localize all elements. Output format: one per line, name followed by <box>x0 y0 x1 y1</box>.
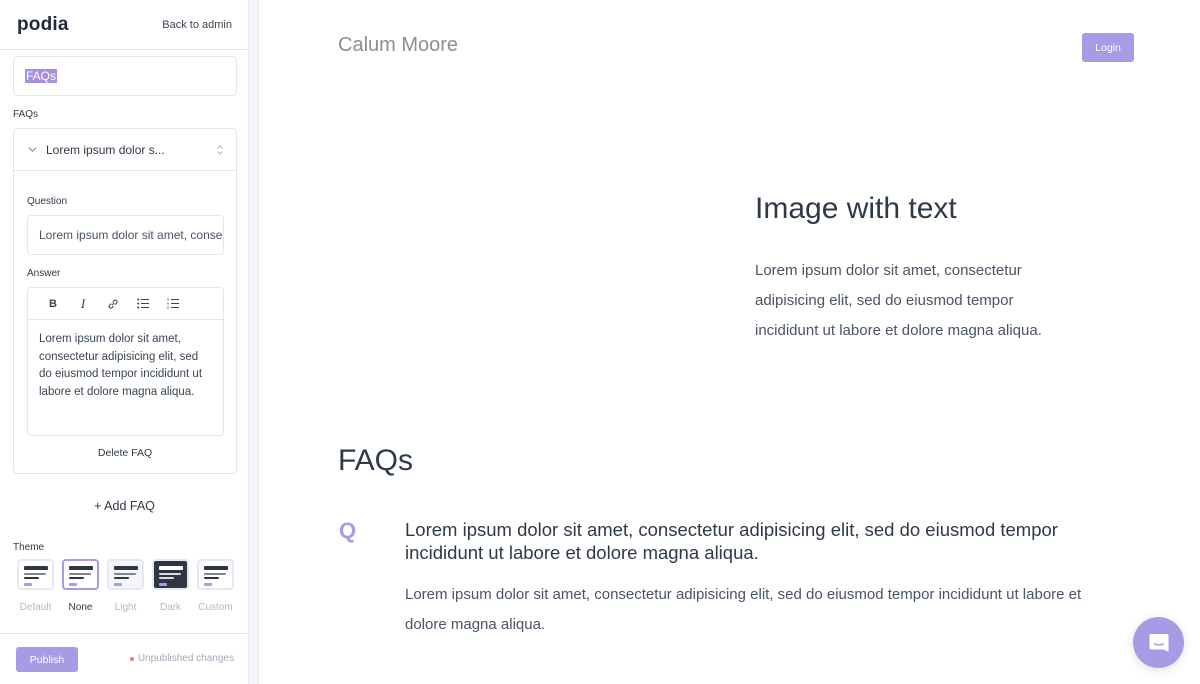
login-button[interactable]: Login <box>1082 33 1134 62</box>
image-with-text-title: Image with text <box>755 192 957 225</box>
answer-text[interactable]: Lorem ipsum dolor sit amet, consectetur … <box>28 320 223 412</box>
faq-item-title: Lorem ipsum dolor s... <box>46 142 165 157</box>
theme-option-custom[interactable] <box>197 559 234 590</box>
italic-icon[interactable]: I <box>68 292 98 316</box>
faq-item-card: Lorem ipsum dolor s... Question Lorem ip… <box>13 128 237 474</box>
theme-label: Theme <box>13 542 45 553</box>
podia-logo: podia <box>17 13 69 35</box>
faq-question: Lorem ipsum dolor sit amet, consectetur … <box>405 519 1058 563</box>
question-marker-icon: Q <box>339 518 357 543</box>
theme-label-custom[interactable]: Custom <box>193 602 238 613</box>
theme-option-none[interactable] <box>62 559 99 590</box>
faq-item-header[interactable]: Lorem ipsum dolor s... <box>14 129 236 171</box>
sidebar-footer: Publish Unpublished changes <box>0 633 249 684</box>
link-icon[interactable] <box>98 292 128 316</box>
sidebar-resize-gutter[interactable] <box>249 0 259 684</box>
status-text: Unpublished changes <box>137 653 234 664</box>
bullet-list-icon[interactable] <box>128 292 158 316</box>
theme-label-none[interactable]: None <box>58 602 103 613</box>
editor-toolbar: B I <box>28 288 223 320</box>
question-input[interactable]: Lorem ipsum dolor sit amet, consectetur … <box>27 215 224 255</box>
delete-faq-button[interactable]: Delete FAQ <box>14 447 236 459</box>
chat-bubble-icon <box>1149 633 1168 652</box>
answer-label: Answer <box>27 268 61 279</box>
add-faq-button[interactable]: + Add FAQ <box>0 499 249 513</box>
faqs-label: FAQs <box>13 109 39 120</box>
theme-option-light[interactable] <box>107 559 144 590</box>
publish-button[interactable]: Publish <box>16 647 78 672</box>
question-label: Question <box>27 196 68 207</box>
editor-sidebar: podia Back to admin FAQs FAQs Lorem ipsu… <box>0 0 249 684</box>
faq-answer: Lorem ipsum dolor sit amet, consectetur … <box>405 586 1082 633</box>
drag-sort-icon[interactable] <box>216 144 224 156</box>
page-preview: Calum Moore Login Image with text Lorem … <box>260 0 1200 684</box>
theme-option-dark[interactable] <box>152 559 189 590</box>
sidebar-header: podia Back to admin <box>0 0 248 50</box>
theme-label-default[interactable]: Default <box>13 602 58 613</box>
theme-label-light[interactable]: Light <box>103 602 148 613</box>
theme-picker <box>17 559 234 590</box>
theme-option-default[interactable] <box>17 559 54 590</box>
site-name[interactable]: Calum Moore <box>338 34 458 57</box>
chat-launcher-button[interactable] <box>1133 617 1184 668</box>
image-with-text-body: Lorem ipsum dolor sit amet, consectetur … <box>755 262 1042 339</box>
section-title-value: FAQs <box>25 69 58 83</box>
bold-icon[interactable]: B <box>38 292 68 316</box>
theme-labels: Default None Light Dark Custom <box>13 602 238 613</box>
publish-status: Unpublished changes <box>129 653 234 664</box>
answer-editor: B I Lorem ipsum dolor sit amet, consecte… <box>27 287 224 436</box>
status-dot-icon <box>129 656 134 661</box>
section-title-input[interactable]: FAQs <box>13 56 237 96</box>
numbered-list-icon[interactable] <box>158 292 188 316</box>
chevron-down-icon[interactable] <box>28 145 37 154</box>
faqs-section-title: FAQs <box>338 444 414 477</box>
theme-label-dark[interactable]: Dark <box>148 602 193 613</box>
back-to-admin-link[interactable]: Back to admin <box>162 19 232 31</box>
